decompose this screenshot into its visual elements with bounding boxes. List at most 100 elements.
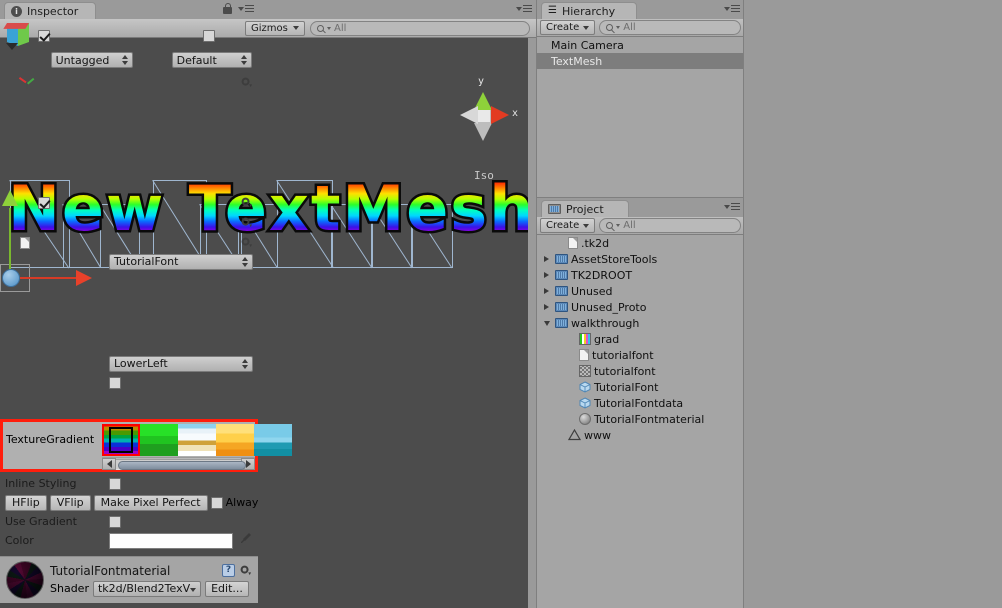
project-item-label: .tk2d [581,236,610,250]
static-checkbox[interactable] [202,30,215,42]
gradient-horizontal-scrollbar[interactable] [102,457,255,470]
chevron-right-icon[interactable] [541,304,552,310]
project-item-label: grad [594,332,620,346]
move-handle-center[interactable] [2,269,20,287]
gradient-swatch-4[interactable] [254,424,292,456]
project-tree[interactable]: .tk2d AssetStoreTools TK2DROOT Unused Unused… [537,235,744,607]
gradient-swatch-2[interactable] [178,424,216,456]
material-preview[interactable] [6,561,44,599]
gear-icon[interactable] [240,76,253,89]
project-item-unused[interactable]: Unused [537,283,744,299]
lock-icon[interactable] [223,3,232,14]
panel-divider-hierarchy-project[interactable] [537,197,744,198]
anchor-dropdown[interactable]: LowerLeft [109,355,253,372]
gradient-scroll-thumb[interactable] [118,460,246,470]
gizmo-label-x: x [512,108,519,119]
gear-icon[interactable] [239,564,252,577]
project-item-tutorialfont[interactable]: tutorialfont [537,347,744,363]
gizmo-axis-y-negative[interactable] [474,123,492,141]
chevron-down-icon [327,26,331,30]
help-icon[interactable]: ? [222,564,235,577]
project-item-tutorialfontmaterial[interactable]: TutorialFontmaterial [537,411,744,427]
updown-icon [241,55,247,65]
mesh-renderer-enabled-checkbox[interactable] [38,196,50,209]
hierarchy-search-input[interactable]: All [599,20,741,35]
hierarchy-panel-menu-icon[interactable] [724,4,740,15]
project-item-assetstoretools[interactable]: AssetStoreTools [537,251,744,267]
font-dropdown[interactable]: TutorialFont [109,253,253,270]
file-icon [579,349,589,361]
move-handle-x-arrow[interactable] [76,270,92,286]
hierarchy-tree[interactable]: Main Camera TextMesh [537,37,744,197]
hierarchy-create-button[interactable]: Create [540,20,596,35]
gameobject-enabled-checkbox[interactable] [38,30,50,42]
scene-text-mesh[interactable]: New TextMesh [8,178,528,240]
gizmo-center-cube[interactable] [476,108,491,123]
edit-shader-button-label: Edit... [211,582,243,595]
gradient-swatch-1[interactable] [140,424,178,456]
project-item-tutorialfontdata[interactable]: TutorialFontdata [537,395,744,411]
project-create-button[interactable]: Create [540,218,596,233]
project-item-tutorialfont[interactable]: tutorialfont [537,363,744,379]
gear-icon[interactable] [240,236,253,249]
project-item-unused-proto[interactable]: Unused_Proto [537,299,744,315]
chevron-down-icon[interactable] [541,320,552,326]
scene-panel-menu-icon[interactable] [516,4,532,15]
panel-divider-hierarchy-inspector[interactable] [743,0,744,608]
project-item-www[interactable]: www [537,427,744,443]
project-item-tk2droot[interactable]: TK2DROOT [537,267,744,283]
gradient-scroll-track[interactable] [116,458,246,470]
hierarchy-item-textmesh[interactable]: TextMesh [537,53,744,69]
tab-hierarchy[interactable]: ☰ Hierarchy [541,2,637,19]
scene-search-input[interactable]: All [310,20,530,36]
chevron-right-icon[interactable] [541,256,552,262]
project-item-walkthrough[interactable]: walkthrough [537,315,744,331]
always-checkbox[interactable] [210,496,223,509]
project-panel-menu-icon[interactable] [724,202,740,213]
project-item-tutorialfont[interactable]: TutorialFont [537,379,744,395]
scroll-left-arrow-icon[interactable] [102,458,116,470]
make-pixel-perfect-button[interactable]: Make Pixel Perfect [93,494,208,511]
scene-right-gutter [528,38,536,608]
chevron-down-icon [616,26,621,29]
inspector-panel-menu-icon[interactable] [238,4,254,15]
tab-inspector[interactable]: i Inspector [4,2,96,19]
inline-styling-checkbox[interactable] [109,477,121,490]
scene-axis-gizmo[interactable]: y x [448,76,520,152]
hflip-button[interactable]: HFlip [5,494,47,511]
project-item-label: walkthrough [571,316,640,330]
project-item-tk2d[interactable]: .tk2d [537,235,744,251]
tag-dropdown[interactable]: Untagged [50,52,133,68]
gizmos-button[interactable]: Gizmos [245,20,305,36]
texture-gradient-swatch-list[interactable] [102,424,292,456]
gear-icon[interactable] [240,196,253,209]
gizmo-axis-x-positive[interactable] [491,106,509,124]
shader-value: tk2d/Blend2TexV [97,582,191,595]
gradient-swatch-3[interactable] [216,424,254,456]
use-gradient-checkbox[interactable] [109,515,121,528]
gradient-swatch-0[interactable] [102,424,140,456]
panel-divider-scene-hierarchy[interactable] [536,0,537,608]
color-swatch[interactable] [109,532,233,549]
project-create-label: Create [546,220,580,231]
vflip-button[interactable]: VFlip [49,494,91,511]
always-label: Alway [225,496,259,509]
move-handle-y-arrow[interactable] [2,190,18,206]
gizmo-axis-x-negative[interactable] [460,106,478,124]
layer-dropdown[interactable]: Default [171,52,252,68]
tab-project[interactable]: Project [541,200,629,217]
tab-inspector-label: Inspector [27,4,79,18]
move-handle-y-axis[interactable] [9,208,11,278]
chevron-right-icon[interactable] [541,288,552,294]
project-search-input[interactable]: All [599,218,741,233]
gear-icon[interactable] [240,216,253,229]
eyedropper-icon[interactable] [237,532,253,549]
shader-dropdown[interactable]: tk2d/Blend2TexV [92,580,201,597]
edit-shader-button[interactable]: Edit... [204,580,249,597]
chevron-right-icon[interactable] [541,272,552,278]
hierarchy-item-main-camera[interactable]: Main Camera [537,37,744,53]
project-item-grad[interactable]: grad [537,331,744,347]
project-item-label: tutorialfont [592,348,654,362]
texture-gradient-label: TextureGradient [6,433,95,446]
kerning-checkbox[interactable] [109,376,121,389]
